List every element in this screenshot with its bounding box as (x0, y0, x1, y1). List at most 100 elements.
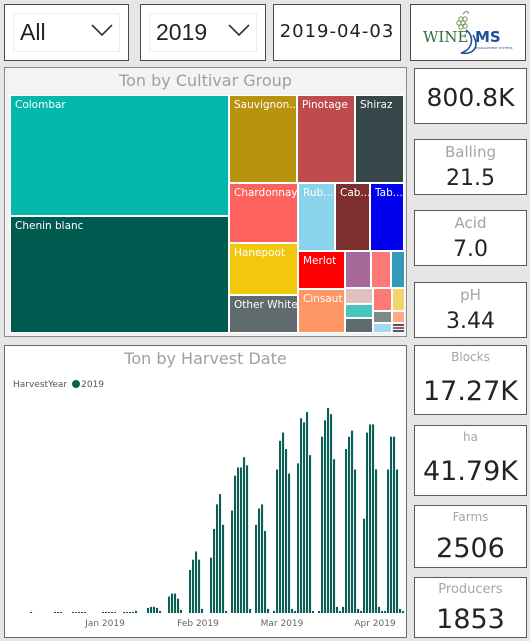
harvest-bar[interactable] (294, 610, 297, 613)
harvest-bar[interactable] (81, 611, 84, 613)
harvest-bar[interactable] (78, 611, 81, 613)
treemap-tile-chenin-blanc[interactable]: Chenin blanc (10, 216, 229, 333)
year-slicer[interactable]: 2019 (140, 4, 266, 61)
harvest-bar[interactable] (189, 569, 192, 613)
harvest-bar[interactable] (369, 424, 372, 613)
harvest-bar[interactable] (84, 611, 87, 613)
harvest-bar[interactable] (126, 611, 129, 613)
harvest-bar[interactable] (30, 611, 33, 613)
treemap-tile-18[interactable] (392, 288, 405, 311)
harvest-bar[interactable] (303, 422, 306, 613)
treemap-tile-22[interactable] (345, 318, 373, 333)
harvest-bar[interactable] (249, 608, 252, 613)
harvest-bar[interactable] (153, 606, 156, 613)
harvest-bar[interactable] (327, 408, 330, 613)
harvest-bar[interactable] (150, 606, 153, 613)
harvest-bar[interactable] (318, 610, 321, 613)
treemap-tile-cinsaut[interactable]: Cinsaut (298, 289, 345, 333)
harvest-bar[interactable] (198, 559, 201, 613)
harvest-bar[interactable] (264, 531, 267, 613)
harvest-bar[interactable] (159, 610, 162, 613)
harvest-bar[interactable] (387, 469, 390, 614)
harvest-bar[interactable] (195, 551, 198, 614)
harvest-bar[interactable] (330, 414, 333, 613)
harvest-bar[interactable] (231, 510, 234, 614)
treemap-tile-pinotage[interactable]: Pinotage (297, 95, 355, 183)
harvest-bar[interactable] (108, 611, 111, 613)
harvest-bar[interactable] (129, 611, 132, 613)
harvest-bar[interactable] (234, 475, 237, 613)
harvest-bar[interactable] (357, 608, 360, 613)
treemap-tile-other-white[interactable]: Other White (229, 295, 298, 333)
harvest-bar[interactable] (351, 430, 354, 613)
harvest-bar[interactable] (300, 418, 303, 613)
treemap-tile-tab[interactable]: Tab... (370, 183, 404, 251)
harvest-bar[interactable] (288, 473, 291, 613)
treemap-tile-17[interactable] (373, 288, 392, 311)
harvest-bar[interactable] (276, 469, 279, 614)
harvest-bar[interactable] (225, 610, 228, 613)
harvest-bar[interactable] (324, 420, 327, 613)
harvest-bar[interactable] (282, 432, 285, 613)
treemap-tile-19[interactable] (345, 304, 373, 318)
harvest-bar[interactable] (267, 608, 270, 613)
treemap-tile-23[interactable] (373, 323, 392, 333)
harvest-bar[interactable] (201, 608, 204, 613)
treemap-tile-rub[interactable]: Rub... (298, 183, 335, 251)
cultivar-dropdown[interactable]: All (13, 13, 120, 52)
harvest-bar[interactable] (336, 606, 339, 613)
harvest-bar[interactable] (168, 596, 171, 613)
harvest-bar[interactable] (381, 610, 384, 613)
harvest-bar[interactable] (393, 436, 396, 613)
harvest-bar[interactable] (123, 611, 126, 613)
harvest-bar[interactable] (273, 610, 276, 613)
harvest-bar[interactable] (396, 469, 399, 614)
harvest-bar[interactable] (72, 611, 75, 613)
treemap-tile-14[interactable] (371, 251, 391, 288)
harvest-bar[interactable] (309, 455, 312, 613)
harvest-bar[interactable] (384, 610, 387, 613)
harvest-bar[interactable] (354, 469, 357, 614)
harvest-bar[interactable] (375, 469, 378, 614)
harvest-bar[interactable] (216, 504, 219, 613)
harvest-bar[interactable] (297, 463, 300, 613)
treemap-tile-cab[interactable]: Cab... (335, 183, 370, 251)
treemap-tile-sauvignon[interactable]: Sauvignon... (229, 95, 297, 183)
year-dropdown[interactable]: 2019 (149, 13, 257, 52)
harvest-bar[interactable] (372, 424, 375, 613)
treemap-tile-16[interactable] (345, 288, 373, 304)
harvest-bar[interactable] (171, 593, 174, 613)
harvest-bar[interactable] (240, 467, 243, 613)
treemap-tile-shiraz[interactable]: Shiraz (355, 95, 404, 183)
harvest-bar[interactable] (156, 607, 159, 613)
harvest-bar[interactable] (177, 598, 180, 613)
harvest-bar[interactable] (360, 610, 363, 613)
more-items-icon[interactable] (393, 324, 404, 332)
cultivar-slicer[interactable]: All (4, 4, 129, 61)
harvest-bar[interactable] (132, 611, 135, 613)
harvest-bar[interactable] (399, 608, 402, 613)
harvest-bar[interactable] (321, 436, 324, 613)
treemap-tile-hanepoot[interactable]: Hanepoot (229, 243, 298, 295)
harvest-bar[interactable] (291, 608, 294, 613)
harvest-bar[interactable] (219, 494, 222, 613)
treemap-tile-colombar[interactable]: Colombar (10, 95, 229, 216)
harvest-bar[interactable] (246, 465, 249, 613)
harvest-bar[interactable] (378, 606, 381, 613)
harvest-bar[interactable] (342, 606, 345, 613)
harvest-bar[interactable] (258, 508, 261, 613)
harvest-bar[interactable] (114, 611, 117, 613)
treemap-tile-merlot[interactable]: Merlot (298, 251, 345, 289)
treemap-tile-20[interactable] (373, 311, 392, 323)
harvest-bar[interactable] (312, 610, 315, 613)
treemap-tile-13[interactable] (345, 251, 371, 288)
harvest-bar[interactable] (339, 610, 342, 613)
harvest-bar[interactable] (75, 611, 78, 613)
harvest-bar[interactable] (306, 412, 309, 613)
harvest-bar[interactable] (57, 611, 60, 613)
harvest-bar[interactable] (180, 609, 183, 613)
harvest-bar[interactable] (60, 611, 63, 613)
harvest-bar[interactable] (111, 611, 114, 613)
harvest-bar[interactable] (363, 518, 366, 613)
harvest-bar[interactable] (213, 528, 216, 613)
